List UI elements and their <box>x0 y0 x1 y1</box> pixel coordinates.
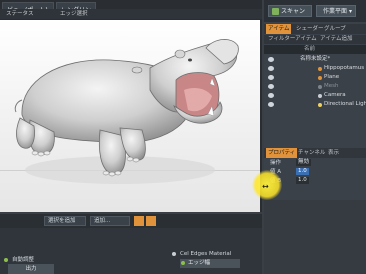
eye-icon[interactable] <box>268 57 274 62</box>
port-icon[interactable] <box>172 252 176 256</box>
eye-icon[interactable] <box>268 66 274 71</box>
work-plane-label: 作業平面 <box>323 8 348 15</box>
node-header: Cel Edges Material <box>170 250 246 258</box>
scan-icon <box>272 8 279 15</box>
property-value[interactable]: 1.0 <box>296 177 309 184</box>
right-panel: スキャン 作業平面 ▾ アイテム シェーダー グループ フィルターアイテム アイ… <box>264 0 366 274</box>
close-icon[interactable] <box>146 216 156 226</box>
node-input-label: エッジ幅 <box>188 260 211 266</box>
property-row: 値 A 1.0 <box>264 168 366 176</box>
list-item[interactable]: 名称未設定* <box>264 55 366 64</box>
plus-icon[interactable] <box>134 216 144 226</box>
eye-icon[interactable] <box>268 84 274 89</box>
tab-properties[interactable]: プロパティ <box>266 148 298 158</box>
list-item-label: Mesh <box>324 83 339 89</box>
list-item[interactable]: Plane <box>264 73 366 82</box>
scan-button-label: スキャン <box>281 8 306 15</box>
light-icon <box>318 103 322 107</box>
node-header: 自動調整 <box>4 256 58 264</box>
chevron-down-icon: ▾ <box>348 8 352 15</box>
node-input[interactable]: エッジ幅 <box>180 259 240 268</box>
item-list: 名称未設定* Hippopotamus 01.0 Plane Mesh Came… <box>264 55 366 135</box>
port-icon[interactable] <box>181 261 185 265</box>
tab-items[interactable]: アイテム <box>266 24 292 34</box>
list-item-label: Hippopotamus 01.0 <box>324 65 366 71</box>
schematic-toolbar: 選択を追加 追加... <box>0 214 262 228</box>
schematic-node-auto[interactable]: 自動調整 出力 <box>4 256 58 274</box>
list-item[interactable]: Directional Light <box>264 100 366 109</box>
cursor-resize-icon: ↔ <box>262 182 269 191</box>
list-item[interactable]: Hippopotamus 01.0 <box>264 64 366 73</box>
eye-icon[interactable] <box>268 93 274 98</box>
3d-viewport[interactable] <box>0 20 262 212</box>
add-node-dropdown[interactable]: 追加... <box>90 216 130 226</box>
hippo-model[interactable] <box>0 20 262 212</box>
properties-lower-area <box>264 200 366 274</box>
tab-display[interactable]: 表示 <box>326 148 341 158</box>
viewport-status-label[interactable]: ステータス <box>6 9 34 19</box>
port-icon[interactable] <box>4 258 8 262</box>
node-title: Cel Edges Material <box>180 251 232 257</box>
list-item-label: 名称未設定* <box>300 56 331 62</box>
mesh-icon <box>318 67 322 71</box>
add-selected-dropdown[interactable]: 選択を追加 <box>44 216 86 226</box>
node-output[interactable]: 出力 <box>8 264 54 274</box>
list-item[interactable]: Camera <box>264 91 366 100</box>
properties-tabs: プロパティ チャンネル 表示 <box>264 148 366 158</box>
eye-icon[interactable] <box>268 75 274 80</box>
node-title: 自動調整 <box>12 257 35 263</box>
viewport-edge-label[interactable]: エッジ選択 <box>60 9 88 19</box>
scan-button[interactable]: スキャン <box>268 5 312 17</box>
list-item-label: Camera <box>324 92 346 98</box>
item-list-header: 名前 <box>264 45 366 54</box>
schematic-node-cel-edges[interactable]: Cel Edges Material エッジ幅 <box>170 250 246 274</box>
right-panel-toolbar: スキャン 作業平面 ▾ <box>264 0 366 22</box>
list-item-label: Directional Light <box>324 101 366 107</box>
eye-icon[interactable] <box>268 102 274 107</box>
tab-groups[interactable]: グループ <box>322 24 348 34</box>
viewport-subtoolbar: ステータス エッジ選択 <box>0 9 262 19</box>
property-row: 操作 無効 <box>264 159 366 167</box>
right-panel-tabs: アイテム シェーダー グループ <box>264 24 366 34</box>
camera-icon <box>318 94 322 98</box>
schematic-view[interactable]: 選択を追加 追加... 自動調整 出力 Cel Edges Material エ… <box>0 214 262 274</box>
tab-shader[interactable]: シェーダー <box>294 24 326 34</box>
filter-items-button[interactable]: フィルターアイテム <box>266 35 319 44</box>
work-plane-button[interactable]: 作業平面 ▾ <box>316 5 356 17</box>
list-item[interactable]: Mesh <box>264 82 366 91</box>
add-item-button[interactable]: アイテム追加 <box>318 35 354 44</box>
property-value[interactable]: 1.0 <box>296 168 309 175</box>
mesh-icon <box>318 85 322 89</box>
property-value[interactable]: 無効 <box>296 159 312 166</box>
right-panel-filter-bar: フィルターアイテム アイテム追加 <box>264 35 366 44</box>
mesh-icon <box>318 76 322 80</box>
column-name[interactable]: 名前 <box>304 45 315 54</box>
property-name: 操作 <box>270 160 282 166</box>
list-item-label: Plane <box>324 74 340 80</box>
tab-channels[interactable]: チャンネル <box>296 148 327 158</box>
